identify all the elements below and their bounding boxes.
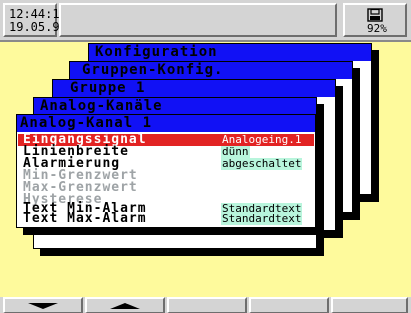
param-value: abgeschaltet — [221, 157, 303, 170]
storage-percent: 92% — [367, 22, 387, 35]
status-bar: 12:44:17 19.05.97 92% — [0, 0, 411, 42]
softkey-up-button[interactable] — [85, 297, 165, 313]
window-analog-kanal-1: Analog-Kanal 1 Eingangssignal Analogeing… — [16, 114, 316, 228]
softkey-bar — [0, 297, 411, 313]
softkey-4-button[interactable] — [249, 297, 329, 313]
date-text: 19.05.97 — [9, 20, 67, 34]
disk-icon — [367, 8, 383, 22]
param-row-text-max-alarm[interactable]: Text Max-Alarm Standardtext — [18, 211, 314, 226]
softkey-5-button[interactable] — [331, 297, 408, 313]
param-value: Standardtext — [221, 212, 303, 225]
arrow-down-icon — [28, 302, 58, 309]
window-title: Analog-Kanäle — [34, 98, 316, 115]
window-title: Konfiguration — [89, 44, 371, 61]
datetime-display: 12:44:17 19.05.97 — [3, 3, 67, 37]
window-title: Analog-Kanal 1 — [17, 115, 315, 132]
recorder-screen: 12:44:17 19.05.97 92% Konfiguration Grup… — [0, 0, 411, 313]
storage-indicator: 92% — [343, 3, 407, 37]
softkey-3-button[interactable] — [167, 297, 247, 313]
softkey-down-button[interactable] — [3, 297, 83, 313]
arrow-up-icon — [110, 302, 140, 309]
param-label: Text Max-Alarm — [23, 211, 147, 226]
message-field — [59, 3, 337, 37]
window-title: Gruppe 1 — [53, 80, 335, 97]
window-title: Gruppen-Konfig. — [70, 62, 352, 79]
